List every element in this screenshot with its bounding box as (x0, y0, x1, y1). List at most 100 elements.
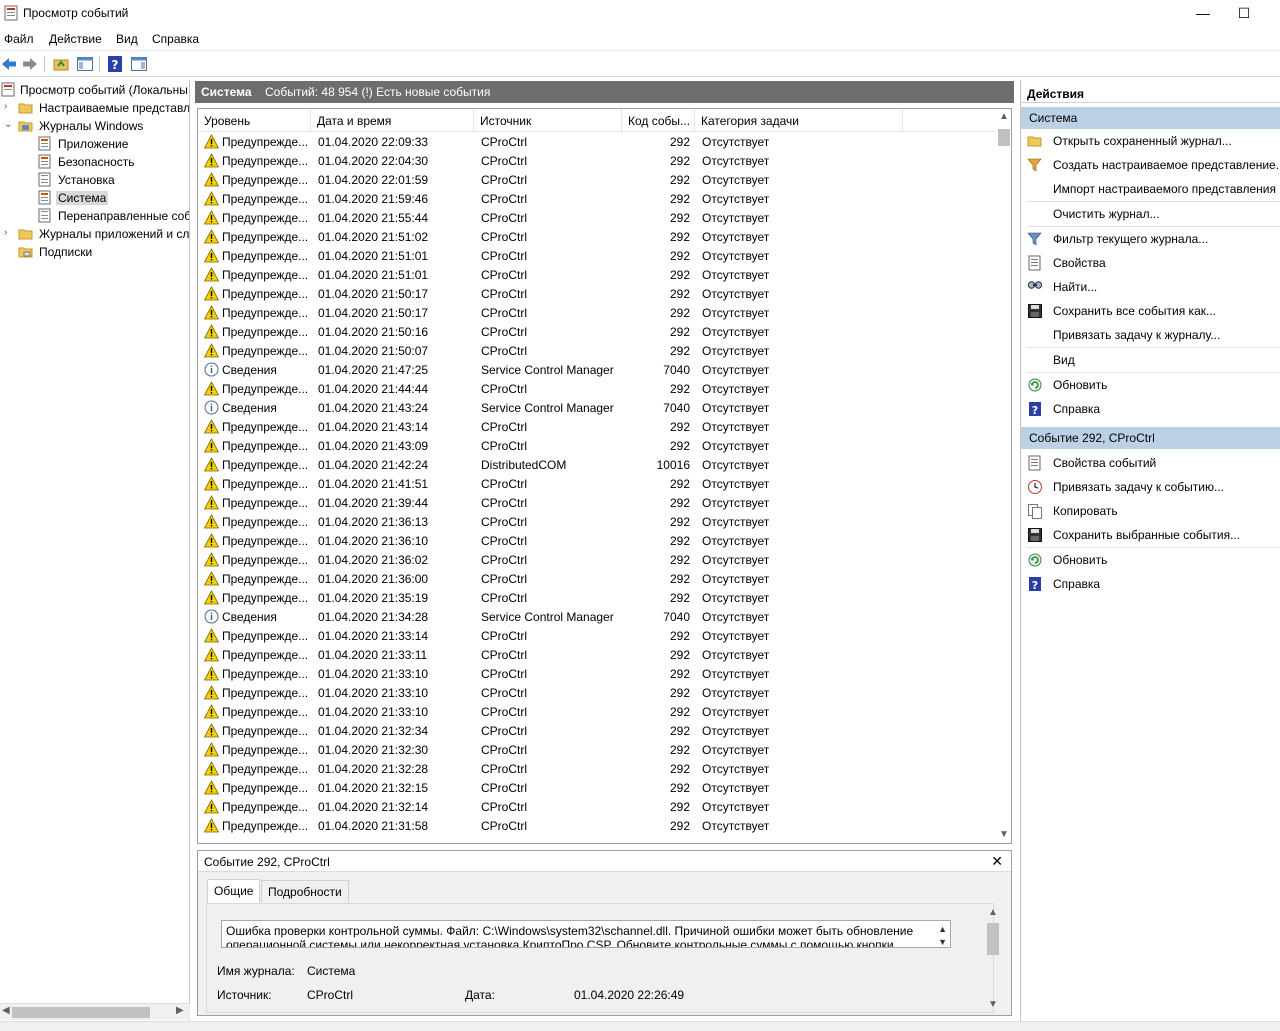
table-row[interactable]: Предупрежде... 01.04.2020 21:42:24 Distrib… (198, 455, 996, 474)
table-row[interactable]: Предупрежде... 01.04.2020 21:31:58 CProCtr… (198, 816, 996, 835)
details-vertical-scrollbar[interactable]: ▲ ▼ (985, 905, 1001, 1013)
table-row[interactable]: Предупрежде... 01.04.2020 21:35:19 CProCtr… (198, 588, 996, 607)
tree-item-security[interactable]: Безопасность (0, 153, 189, 171)
tab-general[interactable]: Общие (207, 879, 261, 903)
up-folder-icon[interactable] (52, 55, 70, 73)
table-row[interactable]: Предупрежде... 01.04.2020 21:50:17 CProCtr… (198, 303, 996, 322)
action-item[interactable]: Привязать задачу к журналу... (1021, 324, 1280, 346)
close-icon[interactable]: ✕ (991, 853, 1003, 870)
menu-action[interactable]: Действие (49, 32, 102, 46)
action-item[interactable]: Обновить (1021, 374, 1280, 396)
show-hide-tree-icon[interactable] (76, 55, 94, 73)
table-row[interactable]: Предупрежде... 01.04.2020 21:51:01 CProCtr… (198, 265, 996, 284)
menu-view[interactable]: Вид (116, 32, 138, 46)
table-row[interactable]: Предупрежде... 01.04.2020 21:44:44 CProCtr… (198, 379, 996, 398)
collapse-arrow-icon[interactable]: ⌄ (4, 120, 14, 130)
tree-item-windows-logs[interactable]: ⌄ Журналы Windows (0, 117, 189, 135)
tree-item-custom-views[interactable]: › Настраиваемые представле (0, 99, 189, 117)
action-item[interactable]: ? Справка (1021, 398, 1280, 420)
table-row[interactable]: Предупрежде... 01.04.2020 21:36:10 CProCtr… (198, 531, 996, 550)
tree-item-setup[interactable]: Установка (0, 171, 189, 189)
maximize-button[interactable]: ☐ (1221, 0, 1267, 28)
action-item[interactable]: ? Справка (1021, 573, 1280, 595)
table-row[interactable]: Предупрежде... 01.04.2020 21:32:15 CProCtr… (198, 778, 996, 797)
action-item[interactable]: Вид (1021, 349, 1280, 371)
action-item[interactable]: Копировать (1021, 500, 1280, 522)
action-item[interactable]: Очистить журнал... (1021, 203, 1280, 225)
actions-section-system[interactable]: Система (1021, 107, 1280, 129)
table-row[interactable]: Предупрежде... 01.04.2020 21:32:14 CProCtr… (198, 797, 996, 816)
table-row[interactable]: Предупрежде... 01.04.2020 22:09:33 CProCtr… (198, 132, 996, 151)
column-header-date[interactable]: Дата и время (311, 109, 474, 132)
scroll-up-icon[interactable]: ▲ (999, 111, 1009, 122)
table-row[interactable]: Предупрежде... 01.04.2020 21:32:30 CProCtr… (198, 740, 996, 759)
table-row[interactable]: Предупрежде... 01.04.2020 21:41:51 CProCtr… (198, 474, 996, 493)
scroll-right-icon[interactable]: ▶ (176, 1005, 184, 1016)
grid-vertical-scrollbar[interactable]: ▲ ▼ (996, 109, 1011, 843)
action-item[interactable]: Открыть сохраненный журнал... (1021, 130, 1280, 152)
scroll-thumb[interactable] (987, 923, 999, 955)
table-row[interactable]: Предупрежде... 01.04.2020 22:01:59 CProCtr… (198, 170, 996, 189)
menu-file[interactable]: Файл (4, 32, 34, 46)
expand-arrow-icon[interactable]: › (4, 102, 14, 112)
scroll-down-icon[interactable]: ▼ (999, 829, 1009, 840)
table-row[interactable]: Сведения 01.04.2020 21:34:28 Service Contr… (198, 607, 996, 626)
event-description[interactable]: Ошибка проверки контрольной суммы. Файл:… (221, 920, 951, 948)
show-action-pane-icon[interactable] (130, 55, 148, 73)
table-row[interactable]: Предупрежде... 01.04.2020 21:36:00 CProCtr… (198, 569, 996, 588)
tree-item-forwarded[interactable]: Перенаправленные соб (0, 207, 189, 225)
scroll-up-icon[interactable]: ▲ (988, 907, 998, 918)
table-row[interactable]: Предупрежде... 01.04.2020 21:32:28 CProCtr… (198, 759, 996, 778)
help-icon[interactable]: ? (106, 55, 124, 73)
table-row[interactable]: Предупрежде... 01.04.2020 21:33:11 CProCtr… (198, 645, 996, 664)
action-item[interactable]: Сохранить все события как... (1021, 300, 1280, 322)
tree-item-system[interactable]: Система (0, 189, 189, 207)
scroll-down-icon[interactable]: ▼ (988, 999, 998, 1010)
action-item[interactable]: Сохранить выбранные события... (1021, 524, 1280, 546)
table-row[interactable]: Предупрежде... 01.04.2020 21:51:01 CProCtr… (198, 246, 996, 265)
scroll-thumb[interactable] (998, 129, 1010, 146)
table-row[interactable]: Предупрежде... 01.04.2020 21:33:10 CProCtr… (198, 683, 996, 702)
minimize-button[interactable]: — (1180, 0, 1226, 28)
tree-item-subscriptions[interactable]: Подписки (0, 243, 189, 261)
table-row[interactable]: Предупрежде... 01.04.2020 22:04:30 CProCtr… (198, 151, 996, 170)
table-row[interactable]: Предупрежде... 01.04.2020 21:33:10 CProCtr… (198, 664, 996, 683)
action-item[interactable]: Импорт настраиваемого представления (1021, 178, 1280, 200)
column-header-event-id[interactable]: Код собы... (622, 109, 695, 132)
table-row[interactable]: Предупрежде... 01.04.2020 21:59:46 CProCtr… (198, 189, 996, 208)
table-row[interactable]: Предупрежде... 01.04.2020 21:32:34 CProCtr… (198, 721, 996, 740)
tree-item-app-logs[interactable]: › Журналы приложений и сл (0, 225, 189, 243)
action-item[interactable]: Создать настраиваемое представление... (1021, 154, 1280, 176)
tree-item-application[interactable]: Приложение (0, 135, 189, 153)
expand-arrow-icon[interactable]: › (4, 228, 14, 238)
action-item[interactable]: Привязать задачу к событию... (1021, 476, 1280, 498)
table-row[interactable]: Предупрежде... 01.04.2020 21:50:17 CProCtr… (198, 284, 996, 303)
table-row[interactable]: Предупрежде... 01.04.2020 21:39:44 CProCtr… (198, 493, 996, 512)
menu-help[interactable]: Справка (152, 32, 199, 46)
column-header-category[interactable]: Категория задачи (695, 109, 903, 132)
table-row[interactable]: Предупрежде... 01.04.2020 21:43:14 CProCtr… (198, 417, 996, 436)
column-header-level[interactable]: Уровень (198, 109, 311, 132)
table-row[interactable]: Предупрежде... 01.04.2020 21:36:02 CProCtr… (198, 550, 996, 569)
action-item[interactable]: Свойства (1021, 252, 1280, 274)
column-header-source[interactable]: Источник (474, 109, 622, 132)
tree-root[interactable]: Просмотр событий (Локальны (0, 81, 189, 99)
table-row[interactable]: Предупрежде... 01.04.2020 21:55:44 CProCtr… (198, 208, 996, 227)
scroll-left-icon[interactable]: ◀ (2, 1005, 10, 1016)
actions-section-event[interactable]: Событие 292, CProCtrl (1021, 427, 1280, 449)
action-item[interactable]: Найти... (1021, 276, 1280, 298)
forward-arrow-icon[interactable] (21, 55, 39, 73)
action-item[interactable]: Обновить (1021, 549, 1280, 571)
table-row[interactable]: Предупрежде... 01.04.2020 21:33:14 CProCtr… (198, 626, 996, 645)
table-row[interactable]: Предупрежде... 01.04.2020 21:43:09 CProCtr… (198, 436, 996, 455)
tree-horizontal-scrollbar[interactable]: ◀ ▶ (0, 1003, 190, 1020)
table-row[interactable]: Предупрежде... 01.04.2020 21:33:10 CProCtr… (198, 702, 996, 721)
table-row[interactable]: Предупрежде... 01.04.2020 21:36:13 CProCtr… (198, 512, 996, 531)
action-item[interactable]: Фильтр текущего журнала... (1021, 228, 1280, 250)
table-row[interactable]: Предупрежде... 01.04.2020 21:51:02 CProCtr… (198, 227, 996, 246)
scroll-thumb[interactable] (12, 1007, 150, 1018)
back-arrow-icon[interactable] (0, 55, 18, 73)
table-row[interactable]: Сведения 01.04.2020 21:43:24 Service Contr… (198, 398, 996, 417)
table-row[interactable]: Предупрежде... 01.04.2020 21:50:07 CProCtr… (198, 341, 996, 360)
table-row[interactable]: Предупрежде... 01.04.2020 21:50:16 CProCtr… (198, 322, 996, 341)
